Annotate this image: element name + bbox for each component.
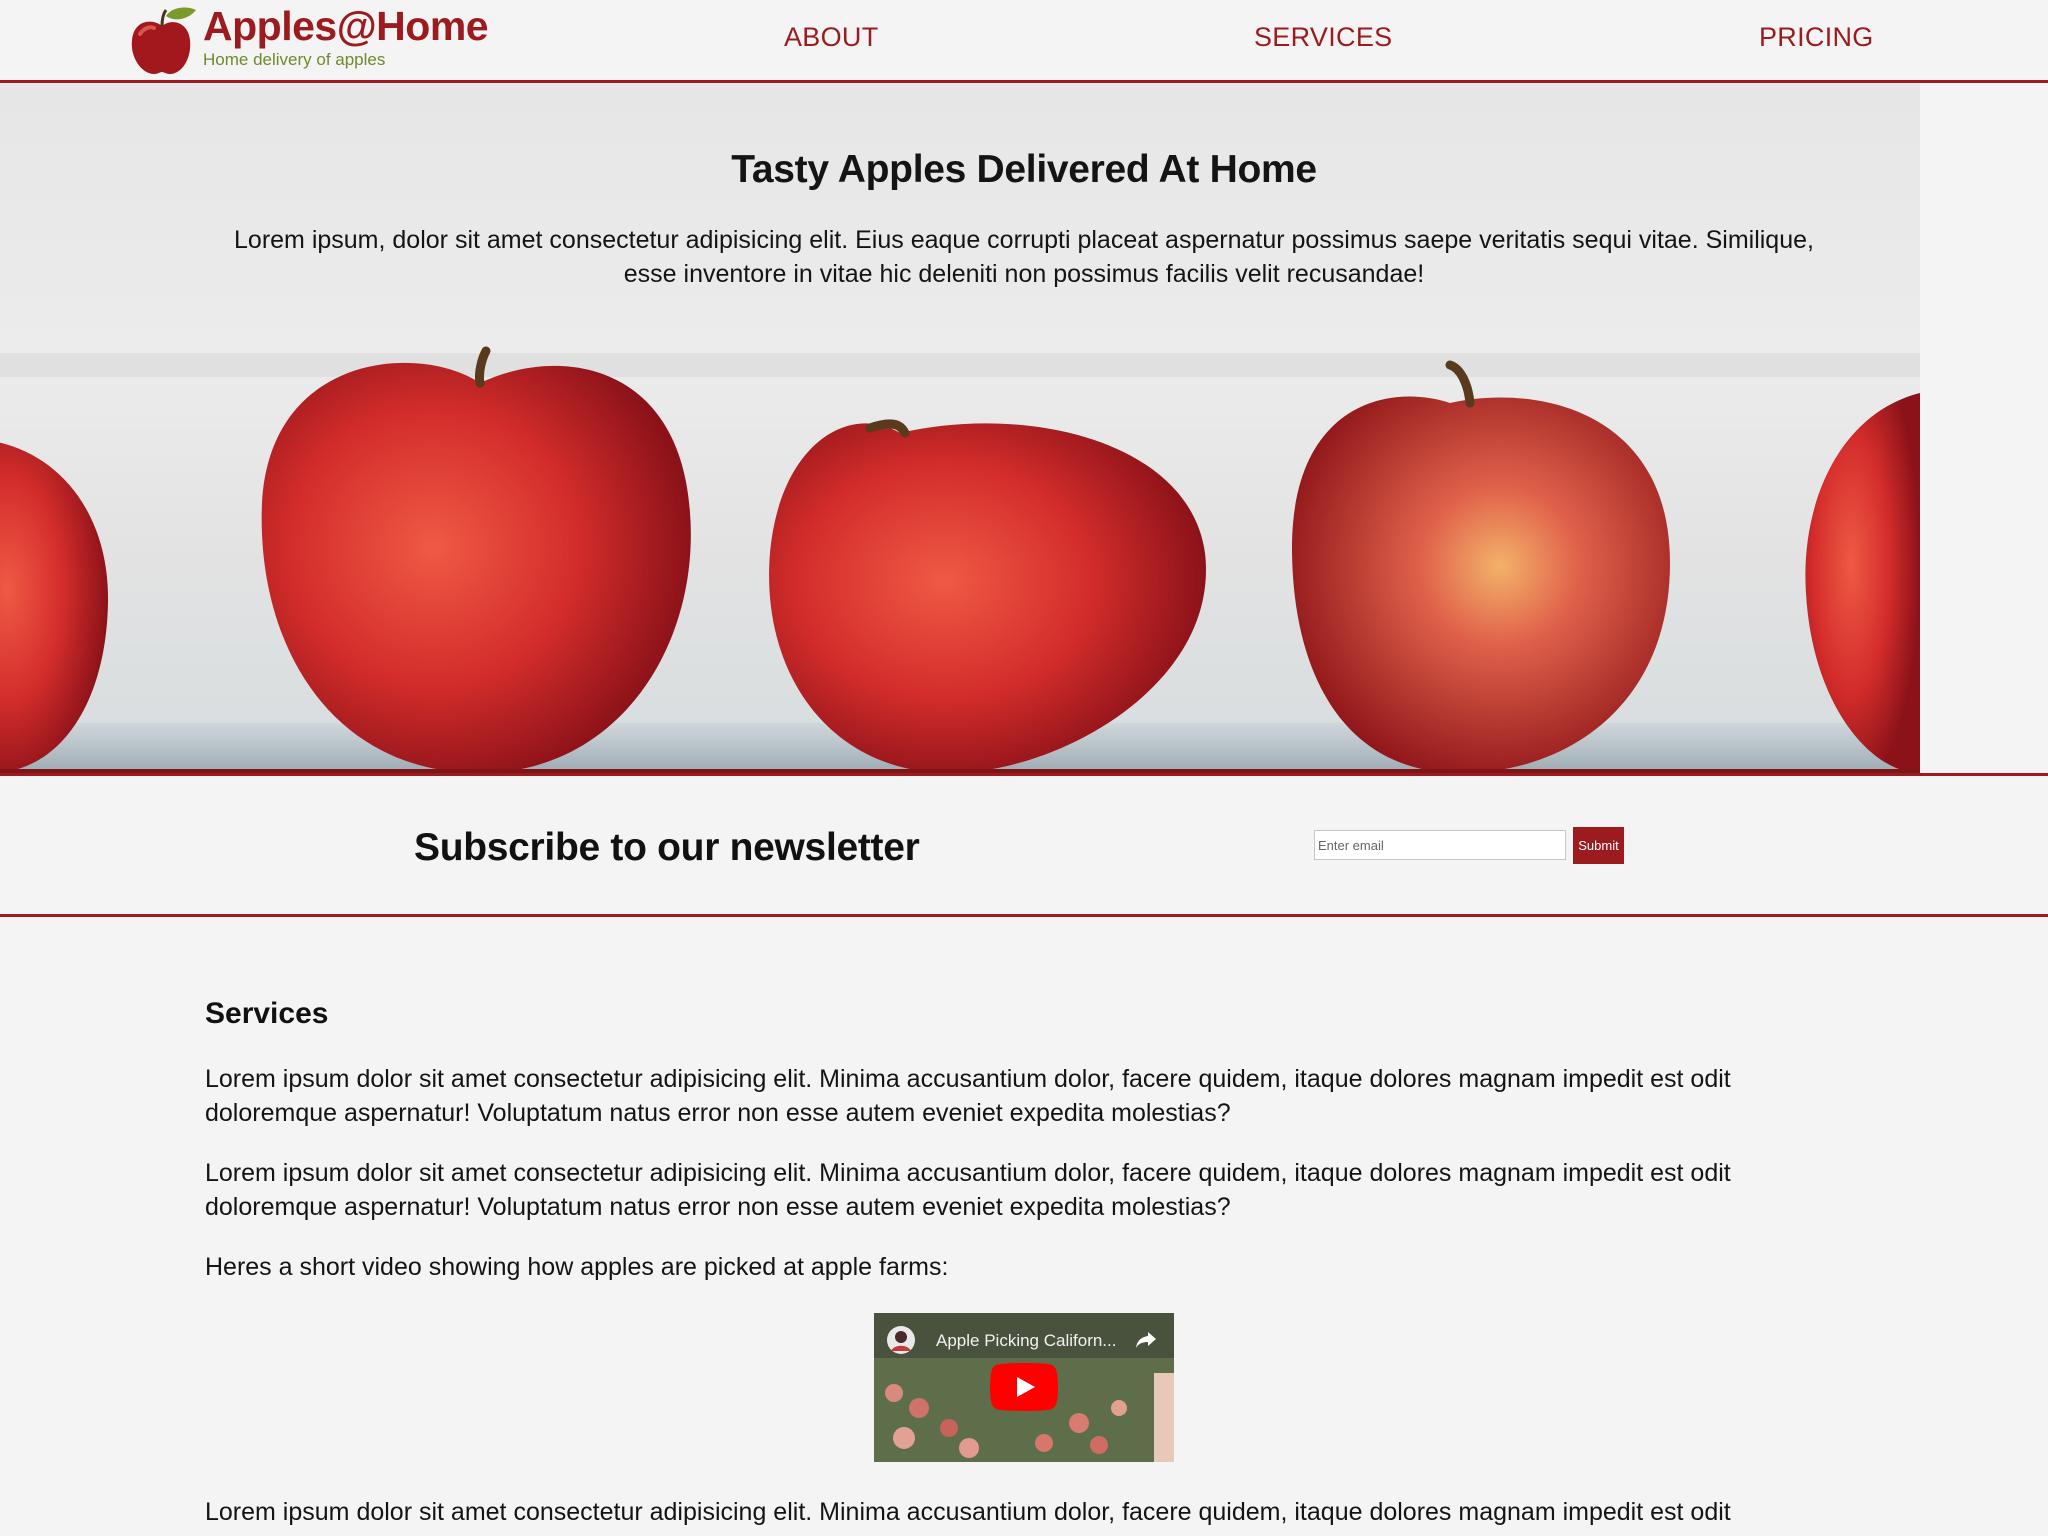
services-paragraph: Lorem ipsum dolor sit amet consectetur a… bbox=[205, 1159, 1731, 1221]
site-header: Apples@Home Home delivery of apples ABOU… bbox=[0, 0, 2048, 83]
video-embed[interactable]: Apple Picking Californ... bbox=[874, 1313, 1174, 1462]
share-icon[interactable] bbox=[1134, 1327, 1158, 1351]
submit-button[interactable]: Submit bbox=[1573, 827, 1624, 864]
brand-tagline: Home delivery of apples bbox=[203, 50, 386, 69]
services-paragraph: Lorem ipsum dolor sit amet consectetur a… bbox=[205, 1065, 1731, 1127]
hero-text: Lorem ipsum, dolor sit amet consectetur … bbox=[234, 226, 1814, 288]
video-title[interactable]: Apple Picking Californ... bbox=[936, 1331, 1116, 1351]
newsletter-title: Subscribe to our newsletter bbox=[414, 826, 920, 869]
email-field[interactable] bbox=[1314, 830, 1566, 860]
hero-title: Tasty Apples Delivered At Home bbox=[731, 148, 1317, 191]
video-intro-text: Heres a short video showing how apples a… bbox=[205, 1253, 949, 1281]
brand-name[interactable]: Apples@Home bbox=[203, 2, 489, 50]
brand: Apples@Home Home delivery of apples bbox=[203, 2, 489, 70]
apple-logo-icon bbox=[131, 7, 196, 74]
services-paragraph: Lorem ipsum dolor sit amet consectetur a… bbox=[205, 1498, 1731, 1526]
divider bbox=[0, 914, 2048, 917]
play-icon[interactable] bbox=[990, 1363, 1058, 1411]
newsletter-section: Subscribe to our newsletter Submit bbox=[0, 776, 2048, 914]
channel-avatar-icon[interactable] bbox=[886, 1325, 916, 1355]
nav-services[interactable]: SERVICES bbox=[1254, 22, 1392, 53]
services-title: Services bbox=[205, 997, 329, 1030]
nav-about[interactable]: ABOUT bbox=[784, 22, 879, 53]
logo[interactable] bbox=[126, 4, 198, 76]
nav-pricing[interactable]: PRICING bbox=[1759, 22, 1874, 53]
hero-banner: Tasty Apples Delivered At Home Lorem ips… bbox=[0, 83, 1920, 773]
